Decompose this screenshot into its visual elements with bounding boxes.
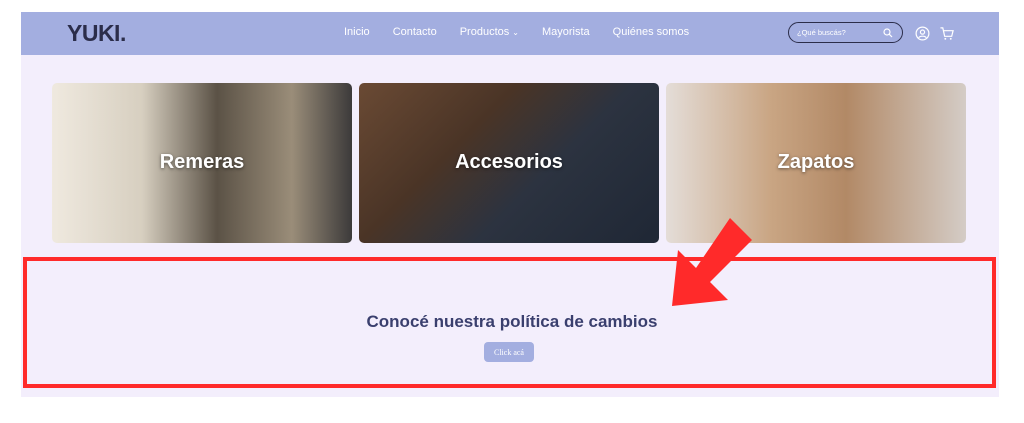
nav-label: Quiénes somos	[612, 26, 690, 38]
category-card-remeras[interactable]: Remeras	[52, 83, 352, 243]
nav-item-contacto[interactable]: Contacto	[393, 26, 437, 38]
nav-label: Inicio	[344, 26, 370, 38]
header-bar: YUKI. Inicio Contacto Productos ⌄ Mayori…	[21, 12, 999, 55]
logo[interactable]: YUKI.	[67, 20, 126, 47]
nav-label: Contacto	[392, 26, 437, 38]
cart-icon[interactable]	[938, 24, 956, 42]
nav-label: Mayorista	[541, 26, 590, 38]
search-input[interactable]	[797, 28, 883, 37]
category-card-accesorios[interactable]: Accesorios	[359, 83, 659, 243]
category-label: Remeras	[159, 151, 245, 173]
nav-item-productos[interactable]: Productos ⌄	[460, 26, 519, 38]
nav-item-mayorista[interactable]: Mayorista	[542, 26, 590, 38]
promo-title: Conocé nuestra política de cambios	[366, 312, 658, 331]
nav-item-inicio[interactable]: Inicio	[344, 26, 370, 38]
promo-button[interactable]: Click acá	[484, 342, 534, 362]
nav-label: Productos	[459, 26, 510, 38]
category-label: Zapatos	[777, 151, 855, 173]
user-icon[interactable]	[913, 24, 931, 42]
category-label: Accesorios	[455, 151, 563, 173]
search-box	[788, 22, 903, 43]
chevron-down-icon: ⌄	[512, 27, 519, 37]
nav-item-quienes-somos[interactable]: Quiénes somos	[613, 26, 689, 38]
main-nav: Inicio Contacto Productos ⌄ Mayorista Qu…	[344, 26, 689, 38]
search-icon[interactable]	[883, 27, 893, 38]
arrow-annotation	[672, 218, 752, 306]
